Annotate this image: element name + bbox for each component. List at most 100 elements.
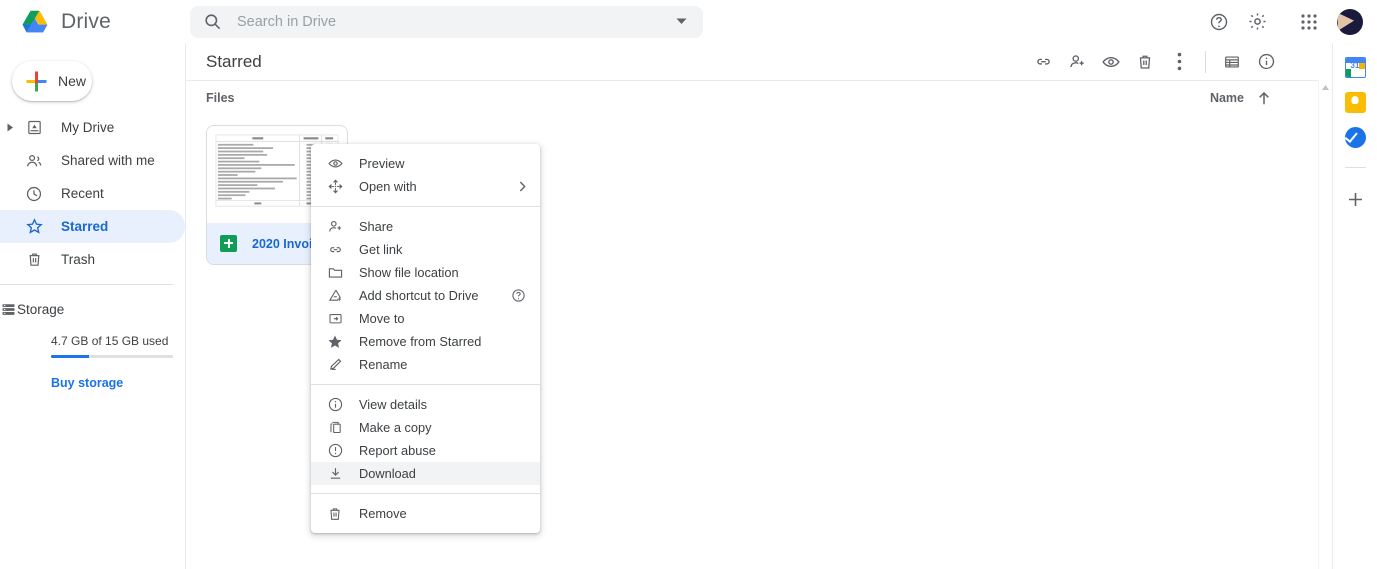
topbar-right-actions: [1201, 0, 1369, 43]
help-circle-icon[interactable]: [1201, 4, 1237, 40]
sidebar-item-storage[interactable]: Storage: [0, 293, 185, 326]
menu-item-label: Report abuse: [359, 443, 436, 458]
search-bar[interactable]: [190, 5, 703, 38]
menu-item-show-file-location[interactable]: Show file location: [311, 261, 540, 284]
add-shortcut-icon: [311, 287, 359, 304]
storage-icon: [0, 301, 17, 318]
list-view-icon[interactable]: [1216, 46, 1248, 78]
sidebar-divider: [0, 284, 173, 285]
google-tasks-icon[interactable]: [1344, 127, 1366, 148]
preview-eye-icon[interactable]: [1095, 46, 1127, 78]
google-calendar-icon[interactable]: 31: [1344, 57, 1366, 78]
google-keep-icon[interactable]: [1344, 92, 1366, 113]
menu-item-add-shortcut-to-drive[interactable]: Add shortcut to Drive: [311, 284, 540, 307]
menu-item-label: Make a copy: [359, 420, 432, 435]
main-scrollbar[interactable]: [1318, 80, 1332, 569]
arrow-up-icon[interactable]: [1258, 91, 1270, 105]
menu-item-label: Preview: [359, 156, 405, 171]
menu-item-rename[interactable]: Rename: [311, 353, 540, 376]
search-icon: [203, 12, 222, 31]
menu-item-open-with[interactable]: Open with: [311, 175, 540, 198]
sidebar-item-label: Trash: [61, 252, 96, 267]
chevron-down-icon[interactable]: [669, 10, 693, 34]
more-vert-icon[interactable]: [1163, 46, 1195, 78]
rail-divider: [1344, 167, 1366, 168]
buy-storage-link[interactable]: Buy storage: [0, 376, 185, 390]
sidebar-item-starred[interactable]: Starred: [0, 210, 185, 243]
sidebar-item-label: Starred: [61, 219, 109, 234]
search-input[interactable]: [235, 12, 656, 31]
menu-item-label: Rename: [359, 357, 408, 372]
right-side-panel: 31: [1332, 43, 1377, 569]
menu-item-label: Remove: [359, 506, 407, 521]
chevron-right-icon[interactable]: [0, 123, 20, 132]
sort-control[interactable]: Name: [1210, 81, 1270, 115]
sidebar-item-my-drive[interactable]: My Drive: [0, 111, 185, 144]
files-subheader: Files Name: [186, 81, 1332, 115]
menu-item-label: Move to: [359, 311, 405, 326]
brand[interactable]: Drive: [0, 10, 185, 34]
add-ons-plus-icon[interactable]: [1343, 187, 1367, 211]
section-label: Files: [206, 91, 235, 105]
menu-separator: [311, 493, 540, 494]
main-header: Starred: [186, 43, 1332, 80]
open-with-icon: [311, 178, 359, 195]
chevron-right-icon: [519, 181, 526, 192]
menu-separator: [311, 384, 540, 385]
trash-icon: [20, 251, 48, 268]
menu-item-make-a-copy[interactable]: Make a copy: [311, 416, 540, 439]
menu-item-remove[interactable]: Remove: [311, 502, 540, 525]
add-person-icon: [311, 218, 359, 235]
brand-name: Drive: [61, 9, 112, 33]
menu-item-download[interactable]: Download: [311, 462, 540, 485]
new-button[interactable]: New: [12, 61, 92, 101]
menu-item-label: Show file location: [359, 265, 459, 280]
star-outline-icon: [20, 217, 48, 236]
sort-column-label: Name: [1209, 91, 1244, 105]
get-link-icon[interactable]: [1027, 46, 1059, 78]
link-icon: [311, 241, 359, 258]
storage-usage-bar[interactable]: [51, 355, 173, 358]
sidebar-item-label: Shared with me: [61, 153, 155, 168]
menu-item-label: Share: [359, 219, 394, 234]
menu-item-label: View details: [359, 397, 428, 412]
trash-icon[interactable]: [1129, 46, 1161, 78]
sidebar: New My Drive Shared with me Recent Starr…: [0, 43, 185, 569]
scroll-up-arrow-icon[interactable]: [1319, 80, 1332, 94]
menu-item-preview[interactable]: Preview: [311, 152, 540, 175]
calendar-icon-left: [1345, 69, 1351, 77]
my-drive-icon: [20, 119, 48, 136]
menu-item-share[interactable]: Share: [311, 215, 540, 238]
pencil-icon: [311, 356, 359, 373]
calendar-icon-day: 31: [1350, 61, 1360, 70]
storage-usage-text: 4.7 GB of 15 GB used: [51, 334, 169, 348]
add-person-icon[interactable]: [1061, 46, 1093, 78]
sidebar-item-label: Storage: [17, 302, 65, 317]
storage-usage-fill: [51, 355, 89, 358]
download-icon: [311, 465, 359, 482]
copy-icon: [311, 419, 359, 436]
menu-item-report-abuse[interactable]: Report abuse: [311, 439, 540, 462]
sidebar-item-trash[interactable]: Trash: [0, 243, 185, 276]
gear-icon[interactable]: [1239, 4, 1275, 40]
file-context-menu: Preview Open with Share Get link Show fi…: [311, 144, 540, 533]
menu-item-remove-from-starred[interactable]: Remove from Starred: [311, 330, 540, 353]
menu-item-label: Remove from Starred: [359, 334, 482, 349]
drive-triangle-logo-icon: [22, 10, 48, 33]
sidebar-item-shared-with-me[interactable]: Shared with me: [0, 144, 185, 177]
sidebar-item-recent[interactable]: Recent: [0, 177, 185, 210]
google-sheets-icon: [220, 235, 237, 252]
avatar[interactable]: [1337, 8, 1363, 35]
menu-item-label: Add shortcut to Drive: [359, 288, 479, 303]
main-toolbar: [1027, 43, 1282, 80]
plus-multicolor-icon: [26, 71, 47, 92]
menu-item-get-link[interactable]: Get link: [311, 238, 540, 261]
menu-item-label: Get link: [359, 242, 403, 257]
info-icon[interactable]: [1250, 46, 1282, 78]
menu-item-view-details[interactable]: View details: [311, 393, 540, 416]
sidebar-nav: My Drive Shared with me Recent Starred T…: [0, 111, 185, 276]
help-circle-icon[interactable]: [511, 288, 526, 303]
menu-item-move-to[interactable]: Move to: [311, 307, 540, 330]
apps-grid-icon[interactable]: [1291, 4, 1327, 40]
clock-icon: [20, 185, 48, 203]
